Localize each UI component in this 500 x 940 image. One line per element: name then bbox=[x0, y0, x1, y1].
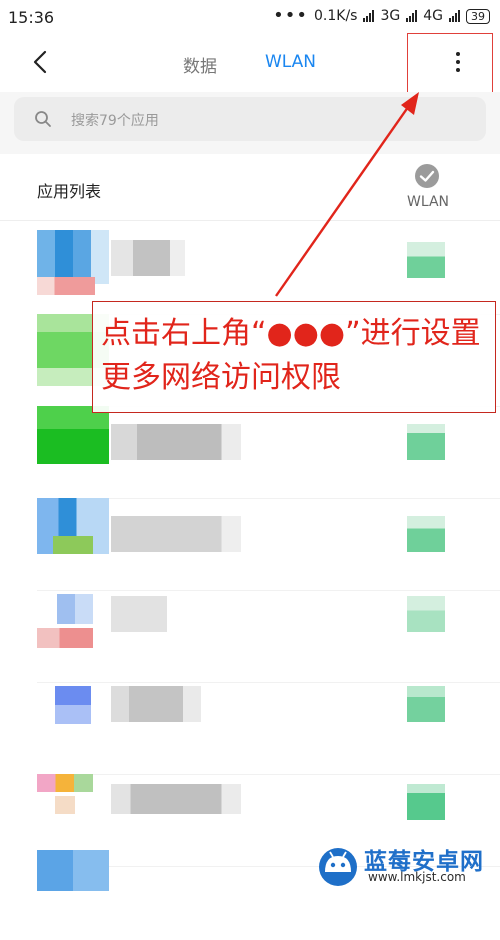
watermark-url: www.lmkjst.com bbox=[368, 870, 466, 884]
annotation-arrow bbox=[275, 92, 419, 297]
annotation-callout: 点击右上角“●●●”进行设置更多网络访问权限 bbox=[92, 301, 496, 413]
watermark: 蓝莓安卓网 www.lmkjst.com bbox=[316, 840, 500, 889]
annotation-text: 点击右上角“●●●”进行设置更多网络访问权限 bbox=[101, 316, 481, 395]
robot-logo-icon bbox=[319, 848, 357, 886]
